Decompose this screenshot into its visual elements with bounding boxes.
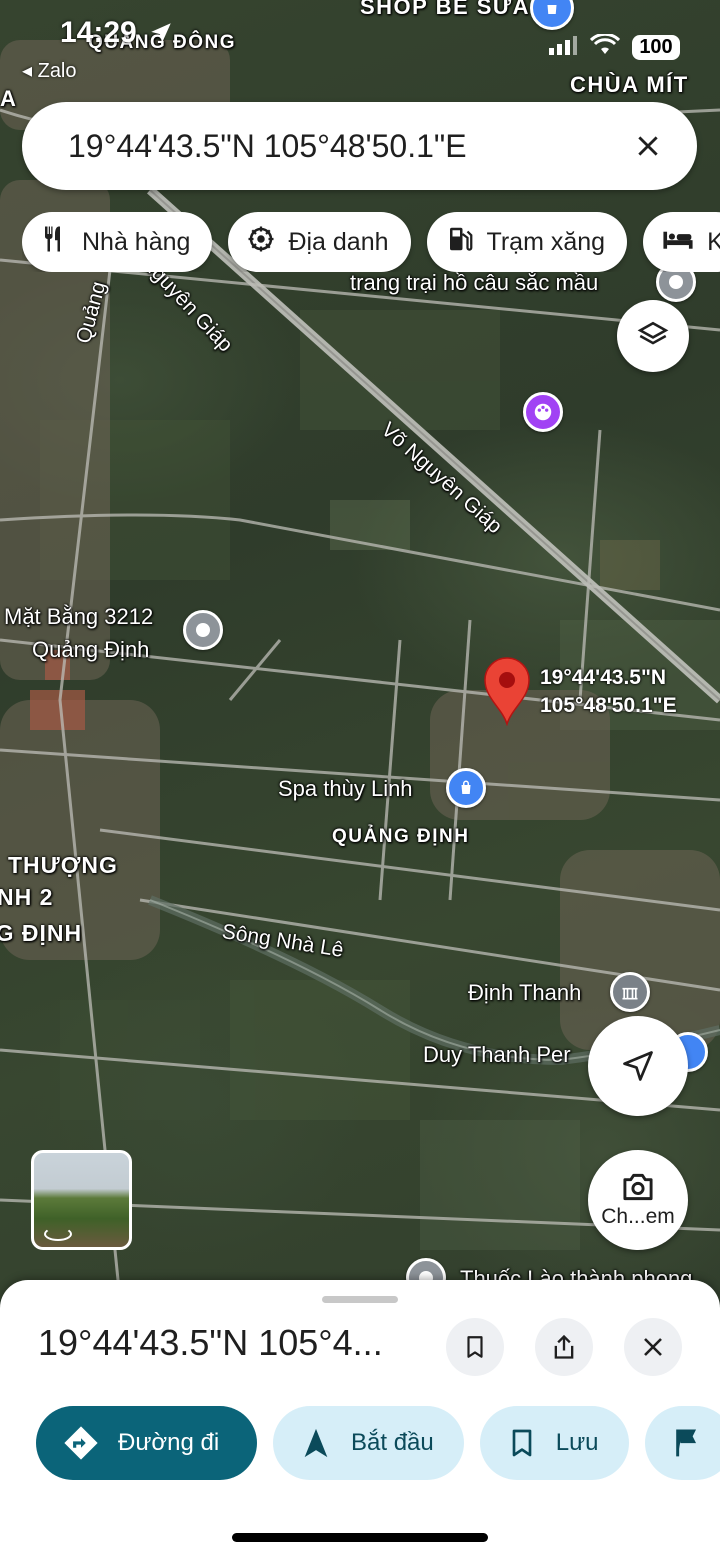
wifi-icon [589, 32, 621, 61]
clear-search-button[interactable] [625, 123, 671, 169]
chip-label: Trạm xăng [486, 227, 606, 256]
back-to-app-link[interactable]: ◂ Zalo [22, 58, 77, 83]
share-button[interactable] [535, 1318, 593, 1376]
save-label: Lưu [555, 1429, 599, 1456]
camera-icon [623, 1173, 653, 1201]
status-indicators: 100 [548, 32, 680, 61]
landmark-icon [246, 224, 276, 261]
directions-icon [64, 1426, 98, 1460]
bookmark-icon [512, 1429, 532, 1457]
category-chips: Nhà hàng Địa danh Trạm xăng K [22, 212, 720, 272]
search-with-camera-button[interactable]: Ch...em [588, 1150, 688, 1250]
map-label-duy-thanh[interactable]: Duy Thanh Per [423, 1042, 571, 1067]
dropped-pin-icon[interactable] [482, 656, 532, 726]
close-icon [638, 136, 658, 156]
place-title: 19°44'43.5"N 105°4... [38, 1322, 383, 1363]
share-icon [554, 1334, 574, 1359]
pin-coordinate-lng: 105°48'50.1"E [540, 694, 677, 718]
temple-icon[interactable] [610, 972, 650, 1012]
status-bar: 14:29 ◂ Zalo 100 [0, 0, 720, 95]
map-label-dinh-thanh[interactable]: Định Thanh [468, 980, 581, 1005]
map-label-g-dinh: NG ĐỊNH [0, 920, 83, 946]
directions-label: Đường đi [118, 1429, 220, 1456]
chip-hotels[interactable]: K [643, 212, 720, 272]
search-input[interactable]: 19°44'43.5"N 105°48'50.1"E [68, 128, 625, 165]
shopping-bag-icon[interactable] [446, 768, 486, 808]
bookmark-icon [467, 1336, 483, 1358]
label-button[interactable] [644, 1406, 720, 1480]
map-label-mat-bang-2[interactable]: Quảng Định [32, 637, 149, 662]
close-icon [644, 1338, 662, 1356]
restaurant-icon [40, 224, 70, 261]
map-label-thuong: THƯỢNG [8, 852, 118, 878]
street-view-thumbnail[interactable] [31, 1150, 132, 1250]
chip-label: Nhà hàng [82, 227, 191, 256]
chip-label: Địa danh [288, 227, 389, 256]
gas-station-icon [445, 224, 475, 261]
directions-button[interactable]: Đường đi [36, 1406, 257, 1480]
search-bar[interactable]: 19°44'43.5"N 105°48'50.1"E [22, 102, 697, 190]
sheet-drag-handle[interactable] [322, 1296, 398, 1303]
place-bottom-sheet[interactable]: 19°44'43.5"N 105°4... Đường đi Bắt đầu L… [0, 1280, 720, 1558]
start-label: Bắt đầu [351, 1429, 434, 1456]
map-layers-button[interactable] [617, 300, 689, 372]
map-label-dinh2: ĐỊNH 2 [0, 884, 54, 910]
chip-restaurants[interactable]: Nhà hàng [22, 212, 213, 272]
cellular-signal-icon [548, 34, 578, 61]
navigation-arrow-icon [304, 1428, 328, 1458]
pin-coordinate-lat: 19°44'43.5"N [540, 666, 667, 689]
poi-pin-icon[interactable] [183, 610, 223, 650]
rotate-360-icon [44, 1227, 72, 1241]
status-time: 14:29 [60, 16, 137, 49]
my-location-button[interactable] [588, 1016, 688, 1116]
home-indicator[interactable] [232, 1533, 488, 1542]
save-place-button[interactable] [446, 1318, 504, 1376]
location-arrow-icon [148, 20, 174, 51]
place-actions: Đường đi Bắt đầu Lưu [36, 1406, 720, 1480]
map-label-trang-trai[interactable]: trang trại hồ câu sắc mầu [350, 270, 598, 295]
navigation-arrow-icon [623, 1051, 653, 1081]
save-button[interactable]: Lưu [479, 1406, 629, 1480]
palette-icon[interactable] [523, 392, 563, 432]
map-label-quang-dinh: QUẢNG ĐỊNH [332, 826, 470, 847]
camera-button-label: Ch...em [601, 1205, 675, 1228]
battery-indicator: 100 [632, 35, 680, 60]
layers-icon [637, 321, 669, 345]
flag-icon [675, 1429, 696, 1457]
map-label-mat-bang[interactable]: Mặt Bằng 3212 [4, 604, 153, 629]
chip-label: K [707, 227, 720, 256]
pin-coordinates: 19°44'43.5"N 105°48'50.1"E [540, 664, 677, 721]
start-navigation-button[interactable]: Bắt đầu [273, 1406, 464, 1480]
chip-gas-stations[interactable]: Trạm xăng [426, 212, 628, 272]
close-sheet-button[interactable] [624, 1318, 682, 1376]
hotel-icon [661, 224, 695, 261]
chip-landmarks[interactable]: Địa danh [228, 212, 411, 272]
map-label-spa[interactable]: Spa thùy Linh [278, 776, 413, 801]
